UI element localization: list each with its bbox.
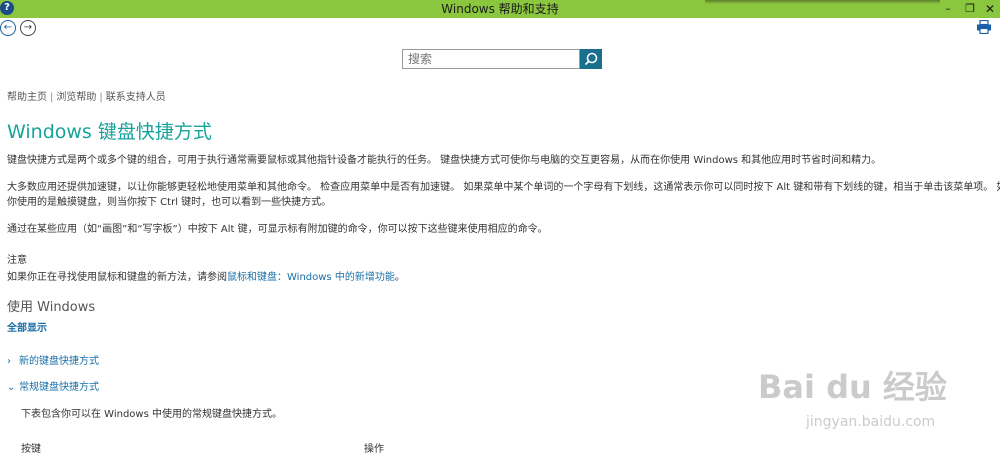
back-button[interactable]: ←	[0, 20, 16, 36]
accelerator-paragraph-line1: 大多数应用还提供加速键，以让你能够更轻松地使用菜单和其他命令。 检查应用菜单中是…	[7, 182, 1000, 193]
expander-label: 常规键盘快捷方式	[19, 382, 99, 393]
title-bar: ? Windows 帮助和支持 – ❐ ✕	[0, 0, 1000, 18]
search-input[interactable]	[402, 49, 580, 69]
table-header-action: 操作	[364, 444, 384, 455]
table-intro: 下表包含你可以在 Windows 中使用的常规键盘快捷方式。	[21, 409, 282, 420]
note-prefix: 如果你正在寻找使用鼠标和键盘的新方法，请参阅	[7, 272, 227, 283]
section-heading: 使用 Windows	[7, 300, 96, 315]
expander-label: 新的键盘快捷方式	[19, 356, 99, 367]
breadcrumb-home[interactable]: 帮助主页	[7, 92, 47, 103]
printer-icon[interactable]	[976, 20, 992, 34]
note-heading: 注意	[7, 255, 27, 266]
show-all-link[interactable]: 全部显示	[7, 319, 47, 334]
window-title: Windows 帮助和支持	[441, 2, 559, 16]
note-suffix: 。	[394, 272, 405, 283]
chevron-right-icon: ›	[7, 356, 11, 367]
minimize-button[interactable]: –	[938, 0, 958, 18]
restore-button[interactable]: ❐	[960, 0, 980, 18]
breadcrumb-separator: |	[50, 92, 54, 103]
watermark-logo-text: Bai du 经验	[758, 368, 947, 406]
intro-paragraph: 键盘快捷方式是两个或多个键的组合，可用于执行通常需要鼠标或其他指针设备才能执行的…	[7, 155, 882, 166]
breadcrumb: 帮助主页 | 浏览帮助 | 联系支持人员	[7, 88, 166, 103]
mouse-keyboard-link[interactable]: 鼠标和键盘：Windows 中的新增功能	[227, 272, 395, 283]
search-button[interactable]	[580, 49, 602, 69]
forward-button[interactable]: →	[20, 20, 36, 36]
alt-key-paragraph: 通过在某些应用（如“画图”和“写字板”）中按下 Alt 键，可显示标有附加键的命…	[7, 224, 548, 235]
note-text: 如果你正在寻找使用鼠标和键盘的新方法，请参阅鼠标和键盘：Windows 中的新增…	[7, 268, 405, 283]
breadcrumb-contact[interactable]: 联系支持人员	[106, 92, 166, 103]
search-icon	[584, 52, 598, 66]
breadcrumb-separator: |	[99, 92, 103, 103]
expander-new-shortcuts[interactable]: › 新的键盘快捷方式	[7, 352, 99, 367]
accelerator-paragraph-line2: 你使用的是触摸键盘，则当你按下 Ctrl 键时，也可以看到一些快捷方式。	[7, 197, 332, 208]
watermark-url: jingyan.baidu.com	[806, 414, 936, 430]
close-button[interactable]: ✕	[980, 0, 1000, 18]
breadcrumb-browse[interactable]: 浏览帮助	[56, 92, 96, 103]
baidu-watermark: Bai du 经验 jingyan.baidu.com	[758, 362, 988, 438]
table-header-key: 按键	[21, 444, 41, 455]
page-title: Windows 键盘快捷方式	[7, 121, 212, 143]
expander-general-shortcuts[interactable]: ⌄ 常规键盘快捷方式	[7, 378, 99, 393]
chevron-down-icon: ⌄	[7, 382, 16, 393]
